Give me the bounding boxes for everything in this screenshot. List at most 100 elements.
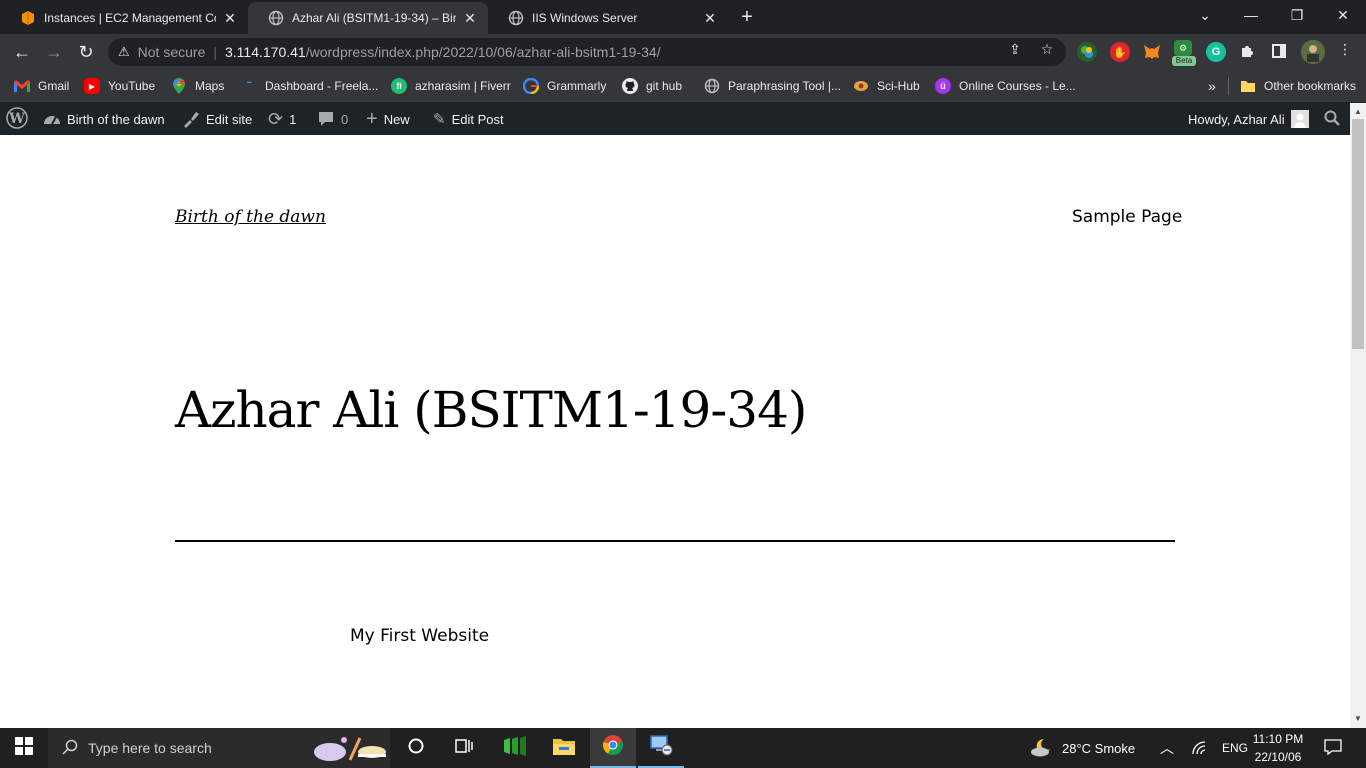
forward-button[interactable]: → — [42, 40, 66, 64]
task-view-icon — [455, 738, 473, 759]
updates-button[interactable]: ⟳ 1 — [268, 103, 296, 135]
edit-post-button[interactable]: ✎ Edit Post — [433, 103, 504, 135]
admin-search-button[interactable] — [1324, 103, 1340, 135]
nav-sample-page[interactable]: Sample Page — [1072, 207, 1182, 227]
edit-site-button[interactable]: Edit site — [182, 103, 252, 135]
bookmark-freelancer[interactable]: ˜ Dashboard - Freela... — [241, 76, 378, 96]
beta-extension-icon[interactable]: ⚙ — [1174, 40, 1192, 56]
tab-ec2-instances[interactable]: Instances | EC2 Management Con ✕ — [0, 2, 248, 34]
extension-colorful-icon[interactable] — [1077, 42, 1097, 62]
warning-icon[interactable]: ⚠ — [118, 44, 130, 60]
updates-count: 1 — [289, 111, 297, 127]
bookmark-maps[interactable]: Maps — [171, 76, 224, 96]
cortana-circle-icon — [408, 738, 424, 759]
cortana-button[interactable] — [396, 728, 436, 768]
extensions-puzzle-icon[interactable] — [1238, 42, 1256, 60]
bookmark-online-courses[interactable]: ü Online Courses - Le... — [935, 76, 1076, 96]
page-content: Birth of the dawn Sample Page Azhar Ali … — [0, 135, 1350, 728]
close-icon[interactable]: ✕ — [222, 10, 238, 26]
bookmark-fiverr[interactable]: fi azharasim | Fiverr — [391, 76, 511, 96]
notification-icon — [1324, 738, 1342, 758]
menu-kebab-icon[interactable]: ⋮ — [1336, 40, 1354, 58]
bookmark-star-icon[interactable]: ☆ — [1038, 40, 1056, 58]
wordpress-logo-button[interactable]: W — [6, 103, 28, 135]
scroll-up-arrow[interactable]: ▲ — [1350, 105, 1366, 119]
brush-icon — [182, 110, 200, 128]
refresh-icon: ⟳ — [268, 108, 284, 129]
weather-widget[interactable]: 28°C Smoke — [1030, 728, 1135, 768]
bookmark-paraphrasing-tool[interactable]: Paraphrasing Tool |... — [704, 76, 841, 96]
fiverr-icon: fi — [391, 78, 407, 94]
network-icon[interactable] — [1192, 728, 1208, 768]
bookmarks-bar: Gmail ▶ YouTube Maps ˜ Dashboard - Freel… — [0, 70, 1366, 102]
pencil-icon: ✎ — [433, 111, 446, 128]
reload-button[interactable]: ↻ — [74, 40, 98, 64]
new-tab-button[interactable]: + — [736, 6, 758, 28]
tab-current-post[interactable]: Azhar Ali (BSITM1-19-34) – Birth ✕ — [248, 2, 488, 34]
new-content-button[interactable]: + New — [366, 103, 410, 135]
minimize-button[interactable]: — — [1228, 0, 1274, 30]
security-status[interactable]: Not secure — [138, 44, 206, 60]
taskbar-chrome[interactable] — [590, 728, 636, 768]
site-name-menu[interactable]: Birth of the dawn — [43, 103, 165, 135]
folder-icon — [1240, 78, 1256, 94]
more-bookmarks-button[interactable]: » — [1208, 76, 1216, 96]
new-label: New — [383, 111, 410, 127]
page-scrollbar[interactable]: ▲ ▼ — [1350, 103, 1366, 728]
system-clock[interactable]: 11:10 PM 22/10/06 — [1250, 730, 1306, 766]
my-account-menu[interactable]: Howdy, Azhar Ali — [1188, 103, 1309, 135]
input-language[interactable]: ENG — [1222, 728, 1248, 768]
bookmark-grammarly[interactable]: Grammarly — [523, 76, 606, 96]
comments-button[interactable]: 0 — [317, 103, 348, 135]
tab-title: Instances | EC2 Management Con — [44, 11, 216, 25]
post-title: Azhar Ali (BSITM1-19-34) — [175, 381, 807, 439]
show-hidden-icons-button[interactable]: ︿ — [1160, 728, 1174, 768]
start-button[interactable] — [0, 728, 48, 768]
taskbar-remote-desktop[interactable] — [638, 728, 684, 768]
url-path: /wordpress/index.php/2022/10/06/azhar-al… — [305, 44, 661, 60]
windows-logo-icon — [15, 736, 33, 760]
globe-icon — [508, 10, 524, 26]
url-host: 3.114.170.41 — [225, 44, 306, 60]
tab-title: IIS Windows Server — [532, 11, 638, 25]
other-bookmarks-folder[interactable]: Other bookmarks — [1240, 76, 1356, 96]
taskbar-file-explorer[interactable] — [543, 728, 585, 768]
grammarly-extension-icon[interactable]: G — [1206, 42, 1226, 62]
adblock-icon[interactable]: ✋ — [1110, 42, 1130, 62]
bookmark-gmail[interactable]: Gmail — [14, 76, 69, 96]
bookmark-label: Grammarly — [547, 79, 607, 93]
edit-site-label: Edit site — [206, 111, 253, 127]
tab-search-button[interactable]: ⌄ — [1182, 0, 1228, 30]
bookmark-github[interactable]: git hub — [622, 76, 682, 96]
github-icon — [622, 78, 638, 94]
metamask-icon[interactable] — [1142, 42, 1162, 62]
bookmark-label: azharasim | Fiverr — [415, 79, 511, 93]
close-icon[interactable]: ✕ — [462, 10, 478, 26]
address-bar[interactable]: ⚠ Not secure | 3.114.170.41 /wordpress/i… — [108, 38, 1066, 66]
back-button[interactable]: ← — [10, 40, 34, 64]
svg-text:W: W — [8, 111, 25, 127]
action-center-button[interactable] — [1324, 728, 1342, 768]
side-panel-icon[interactable] — [1270, 42, 1288, 60]
profile-avatar[interactable] — [1301, 40, 1325, 64]
close-window-button[interactable]: ✕ — [1320, 0, 1366, 30]
scroll-down-arrow[interactable]: ▼ — [1350, 712, 1366, 726]
bookmark-scihub[interactable]: Sci-Hub — [853, 76, 920, 96]
edit-post-label: Edit Post — [451, 111, 504, 127]
green-bars-app-icon — [504, 735, 526, 761]
task-view-button[interactable] — [444, 728, 484, 768]
bookmark-label: YouTube — [108, 79, 156, 93]
share-icon[interactable]: ⇪ — [1006, 40, 1024, 58]
restore-button[interactable]: ❐ — [1274, 0, 1320, 30]
freelancer-icon: ˜ — [247, 79, 251, 93]
howdy-label: Howdy, Azhar Ali — [1188, 111, 1285, 127]
taskbar-search-box[interactable]: Type here to search — [48, 728, 390, 768]
close-icon[interactable]: ✕ — [702, 10, 718, 26]
bookmark-youtube[interactable]: ▶ YouTube — [84, 76, 155, 96]
clock-date: 22/10/06 — [1254, 750, 1302, 764]
site-title-link[interactable]: Birth of the dawn — [175, 207, 326, 227]
scihub-icon — [853, 78, 869, 94]
taskbar-app-spreadsheet[interactable] — [494, 728, 536, 768]
tab-iis-server[interactable]: IIS Windows Server ✕ — [488, 2, 728, 34]
scroll-thumb[interactable] — [1352, 119, 1364, 349]
